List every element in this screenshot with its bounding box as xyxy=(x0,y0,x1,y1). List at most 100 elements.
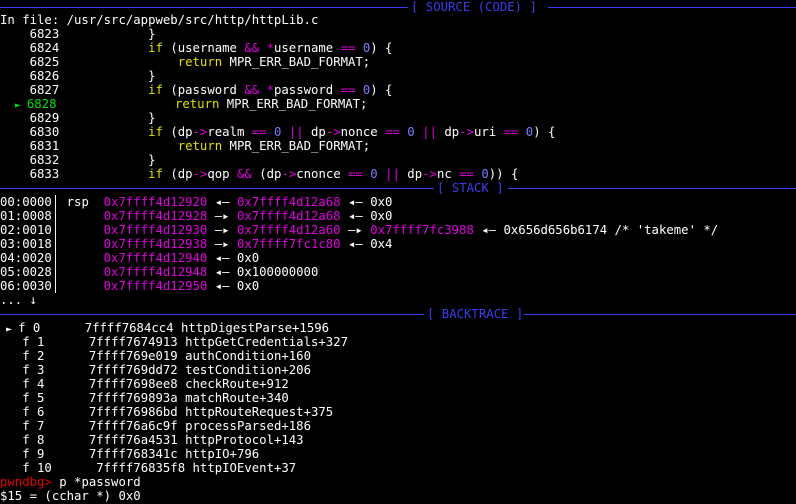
frame-index: f 8 xyxy=(22,433,52,447)
frame-marker xyxy=(0,461,22,475)
stack-token: 0x7ffff7fc1c80 xyxy=(236,237,341,251)
stack-token: 06:0030 xyxy=(0,279,52,293)
source-line: 6827 if (password && *password == 0) { xyxy=(0,83,796,97)
console-command[interactable]: p *password xyxy=(52,475,140,489)
code-token: (dp xyxy=(162,125,193,139)
frame-space xyxy=(178,335,185,349)
frame-space xyxy=(52,391,89,405)
frame-symbol: checkRoute+912 xyxy=(185,377,289,391)
code-token: dp xyxy=(399,167,423,181)
gutter xyxy=(15,167,30,181)
stack-token: ◂— 0x4 xyxy=(340,237,393,251)
stack-token: 0x7ffff7fc3988 xyxy=(370,223,474,237)
backtrace-frame[interactable]: f 7 7ffff76a6c9f processParsed+186 xyxy=(0,419,796,433)
code-token: if xyxy=(148,167,163,181)
frame-index: f 2 xyxy=(22,349,52,363)
code-token: ) { xyxy=(533,125,556,139)
stack-token: rsp xyxy=(66,195,104,209)
code-token: || xyxy=(422,125,437,139)
stack-token: │ xyxy=(51,223,104,237)
code-token: && xyxy=(236,167,252,181)
stack-token: —▸ xyxy=(207,223,237,237)
backtrace-frame[interactable]: f 1 7ffff7674913 httpGetCredentials+327 xyxy=(0,335,796,349)
gutter-space xyxy=(59,167,89,181)
frame-marker xyxy=(0,419,22,433)
stack-token: │ xyxy=(51,251,104,265)
stack-token: 0x7ffff4d12920 xyxy=(103,195,208,209)
backtrace-frame[interactable]: f 4 7ffff7698ee8 checkRoute+912 xyxy=(0,377,796,391)
frame-space xyxy=(52,405,89,419)
frame-space xyxy=(52,377,89,391)
backtrace-frame[interactable]: f 10 7ffff76835f8 httpIOEvent+37 xyxy=(0,461,796,475)
gutter-pad xyxy=(0,167,15,181)
frame-marker xyxy=(0,363,22,377)
backtrace-header: [ BACKTRACE ] xyxy=(0,307,796,321)
frame-symbol: httpProtocol+143 xyxy=(185,433,304,447)
stack-token: 00:0000 xyxy=(0,195,52,209)
stack-token: 02:0010 xyxy=(0,223,52,237)
backtrace-frame[interactable]: f 6 7ffff76986bd httpRouteRequest+375 xyxy=(0,405,796,419)
gutter xyxy=(15,27,30,41)
gutter-space xyxy=(59,41,89,55)
frame-space xyxy=(52,363,89,377)
gutter xyxy=(15,69,30,83)
stack-row: 06:0030│ 0x7ffff4d12950 ◂— 0x0 xyxy=(0,279,796,293)
frame-index: f 3 xyxy=(22,363,52,377)
gutter-pad xyxy=(0,41,15,55)
frame-space xyxy=(52,447,89,461)
frame-space xyxy=(52,335,89,349)
stack-token: │ xyxy=(51,237,104,251)
frame-address: 7ffff7684cc4 xyxy=(84,321,174,335)
gutter-pad xyxy=(0,97,15,111)
code-token: return xyxy=(177,55,223,69)
gutter-pad xyxy=(0,125,15,139)
backtrace-frame[interactable]: f 9 7ffff768341c httpIO+796 xyxy=(0,447,796,461)
pwndbg-prompt: pwndbg> xyxy=(0,475,52,489)
code-token: && xyxy=(244,41,260,55)
stack-row: 00:0000│ rsp 0x7ffff4d12920 ◂— 0x7ffff4d… xyxy=(0,195,796,209)
console-input-line[interactable]: pwndbg> p *password xyxy=(0,475,796,489)
code-token: == xyxy=(348,167,363,181)
frame-address: 7ffff769e019 xyxy=(88,349,178,363)
gutter-pad xyxy=(0,153,15,167)
backtrace-frame[interactable]: f 5 7ffff769893a matchRoute+340 xyxy=(0,391,796,405)
frame-index: f 9 xyxy=(22,447,52,461)
backtrace-header-title: [ BACKTRACE ] xyxy=(427,307,524,321)
code-token: == xyxy=(340,41,356,55)
frame-space xyxy=(178,447,185,461)
line-number: 6828 xyxy=(26,97,57,111)
source-line: ► 6828 return MPR_ERR_BAD_FORMAT; xyxy=(0,97,796,111)
frame-symbol: httpIO+796 xyxy=(185,447,260,461)
backtrace-frame[interactable]: ► f 0 7ffff7684cc4 httpDigestParse+1596 xyxy=(0,321,796,335)
stack-token: ... ↓ xyxy=(0,293,38,307)
code-token: } xyxy=(88,153,156,167)
frame-address: 7ffff76835f8 xyxy=(88,461,186,475)
line-number: 6831 xyxy=(29,139,60,153)
stack-token: ◂— 0x0 xyxy=(340,195,393,209)
stack-token: │ xyxy=(51,279,104,293)
stack-token: 0x7ffff4d12a68 xyxy=(236,195,341,209)
backtrace-frame[interactable]: f 3 7ffff769dd72 testCondition+206 xyxy=(0,363,796,377)
frame-address: 7ffff768341c xyxy=(88,447,178,461)
frame-space xyxy=(178,377,185,391)
backtrace-frame[interactable]: f 8 7ffff76a4531 httpProtocol+143 xyxy=(0,433,796,447)
code-token: MPR_ERR_BAD_FORMAT; xyxy=(222,139,371,153)
stack-row: 01:0008│ 0x7ffff4d12928 —▸ 0x7ffff4d12a6… xyxy=(0,209,796,223)
source-line: 6823 } xyxy=(0,27,796,41)
gutter xyxy=(15,55,30,69)
backtrace-frame[interactable]: f 2 7ffff769e019 authCondition+160 xyxy=(0,349,796,363)
source-line: 6832 } xyxy=(0,153,796,167)
code-token: uri xyxy=(473,125,504,139)
gutter-pad xyxy=(0,27,15,41)
code-token: 0 xyxy=(407,125,415,139)
code-token: || xyxy=(288,125,304,139)
frame-address: 7ffff7674913 xyxy=(88,335,178,349)
line-number: 6832 xyxy=(29,153,60,167)
gutter xyxy=(15,41,30,55)
frame-space xyxy=(174,321,181,335)
